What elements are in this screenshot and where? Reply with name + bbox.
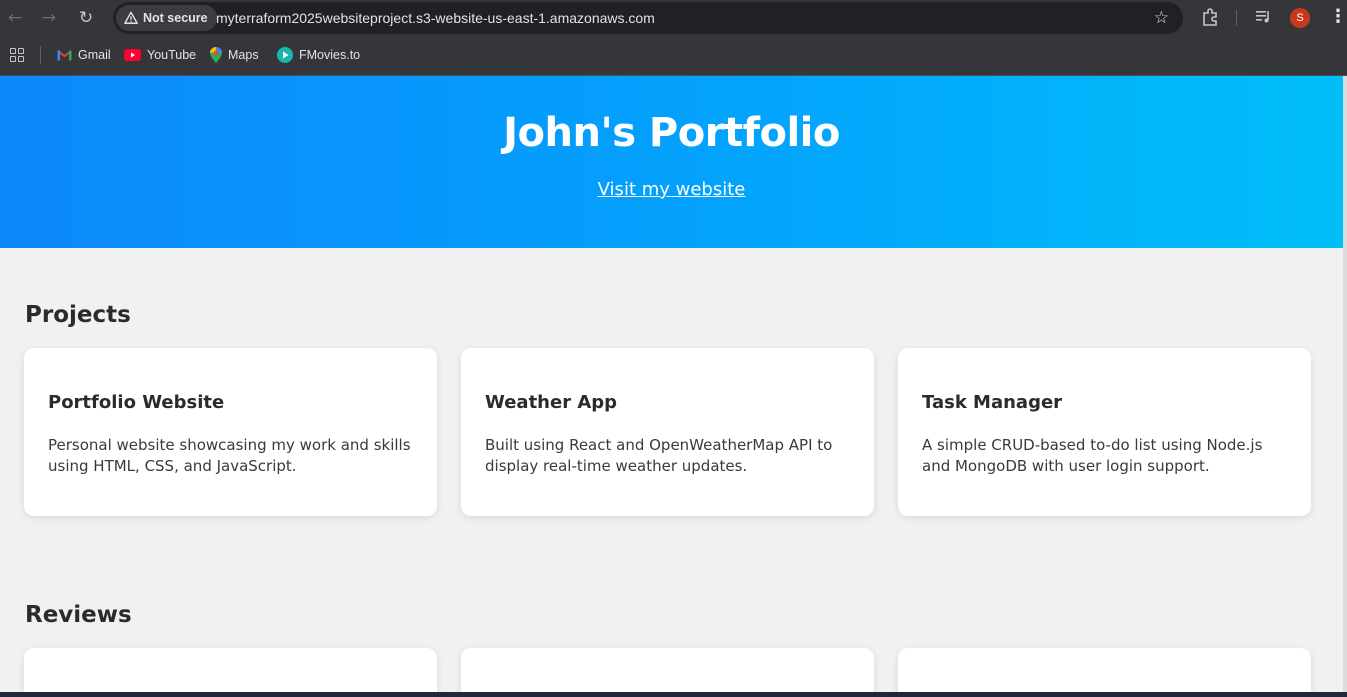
bookmark-label: YouTube — [147, 48, 197, 62]
url-text[interactable]: myterraform2025websiteproject.s3-website… — [216, 10, 655, 26]
security-label: Not secure — [143, 11, 208, 25]
project-card: Task Manager A simple CRUD-based to-do l… — [898, 348, 1311, 516]
youtube-icon — [124, 49, 141, 61]
back-arrow-icon[interactable]: ← — [3, 6, 27, 30]
browser-toolbar: ← → ↻ Not secure myterraform2025websitep… — [0, 0, 1347, 37]
bookmark-maps[interactable]: Maps — [210, 46, 259, 64]
page-title: John's Portfolio — [503, 110, 840, 156]
bookmark-label: FMovies.to — [299, 48, 361, 62]
bookmark-gmail[interactable]: Gmail — [57, 46, 111, 64]
bookmarks-divider — [40, 46, 41, 64]
gmail-icon — [57, 50, 72, 61]
bookmark-label: Gmail — [78, 48, 111, 62]
address-bar[interactable]: Not secure myterraform2025websiteproject… — [113, 2, 1183, 34]
project-card: Portfolio Website Personal website showc… — [24, 348, 437, 516]
page-scrollbar[interactable] — [1343, 76, 1347, 697]
bookmarks-bar: Gmail YouTube Maps FMovies.to — [0, 37, 1347, 76]
bookmark-label: Maps — [228, 48, 259, 62]
project-title: Task Manager — [922, 392, 1063, 413]
hero-banner: John's Portfolio Visit my website — [0, 76, 1343, 248]
profile-initial: S — [1296, 12, 1304, 24]
extensions-icon[interactable] — [1200, 7, 1220, 27]
visit-website-link[interactable]: Visit my website — [0, 179, 1343, 200]
project-description: A simple CRUD-based to-do list using Nod… — [922, 436, 1263, 475]
reload-icon[interactable]: ↻ — [74, 6, 98, 30]
reviews-heading: Reviews — [25, 602, 132, 628]
bookmark-youtube[interactable]: YouTube — [124, 46, 196, 64]
bookmark-star-icon[interactable]: ☆ — [1154, 8, 1169, 28]
os-taskbar-edge — [0, 692, 1347, 697]
maps-icon — [210, 47, 222, 63]
apps-grid-icon[interactable] — [10, 48, 24, 62]
bookmark-fmovies[interactable]: FMovies.to — [277, 46, 360, 64]
project-card: Weather App Built using React and OpenWe… — [461, 348, 874, 516]
media-controls-icon[interactable] — [1254, 7, 1274, 27]
security-indicator[interactable]: Not secure — [116, 5, 217, 31]
review-card — [461, 648, 874, 697]
toolbar-divider — [1236, 10, 1237, 26]
review-card — [24, 648, 437, 697]
warning-icon — [124, 11, 138, 24]
fmovies-icon — [277, 47, 293, 63]
profile-avatar[interactable]: S — [1290, 8, 1310, 28]
projects-heading: Projects — [25, 302, 131, 328]
review-card — [898, 648, 1311, 697]
forward-arrow-icon[interactable]: → — [37, 6, 61, 30]
project-description: Personal website showcasing my work and … — [48, 436, 411, 475]
project-title: Weather App — [485, 392, 618, 413]
project-title: Portfolio Website — [48, 392, 225, 413]
project-description: Built using React and OpenWeatherMap API… — [485, 436, 833, 475]
web-page: John's Portfolio Visit my website Projec… — [0, 76, 1343, 697]
more-menu-icon[interactable]: ⋮ — [1329, 6, 1347, 27]
